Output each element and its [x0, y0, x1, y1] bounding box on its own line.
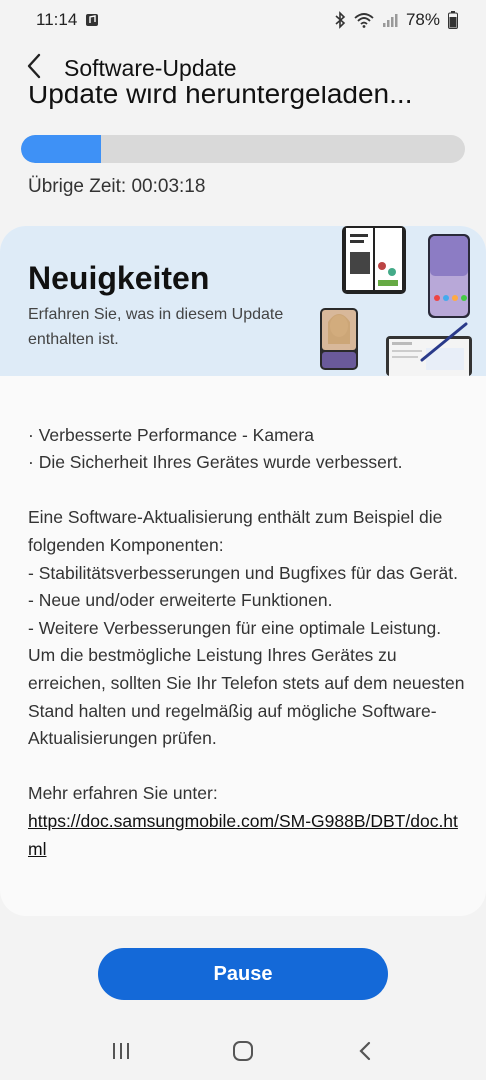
- download-progress-fill: [21, 135, 101, 163]
- news-title: Neuigkeiten: [28, 260, 210, 296]
- battery-icon: [448, 11, 458, 29]
- news-banner: Neuigkeiten Erfahren Sie, was in diesem …: [0, 226, 486, 376]
- status-time: 11:14: [36, 10, 78, 29]
- tablet-image: [386, 322, 472, 376]
- foldable-phone-image: [342, 226, 406, 294]
- back-icon: [358, 1041, 372, 1066]
- recent-apps-icon: [111, 1042, 131, 1065]
- news-body: · Verbesserte Performance - Kamera · Die…: [28, 394, 468, 891]
- app-header: Software-Update: [0, 44, 486, 92]
- chevron-left-icon: [26, 53, 42, 84]
- download-progress-bar: [21, 135, 465, 163]
- flip-phone-image: [320, 308, 358, 370]
- recent-apps-button[interactable]: [97, 1029, 145, 1077]
- navigation-bar: [0, 1026, 486, 1080]
- status-bar: 11:14 78%: [0, 0, 486, 40]
- wifi-icon: [354, 12, 374, 28]
- home-button[interactable]: [219, 1029, 267, 1077]
- status-left: 11:14: [36, 10, 99, 30]
- signal-icon: [382, 12, 398, 28]
- news-subtitle: Erfahren Sie, was in diesem Update entha…: [28, 306, 284, 348]
- status-right: 78%: [334, 10, 458, 30]
- devices-illustration: [310, 226, 486, 376]
- more-info-link[interactable]: https://doc.samsungmobile.com/SM-G988B/D…: [28, 808, 468, 863]
- back-button[interactable]: [10, 44, 58, 92]
- battery-percent: 78%: [405, 10, 440, 29]
- page-title: Software-Update: [64, 54, 237, 81]
- news-card: Neuigkeiten Erfahren Sie, was in diesem …: [0, 226, 486, 916]
- news-description: · Verbesserte Performance - Kamera · Die…: [28, 424, 465, 804]
- pause-button[interactable]: Pause: [98, 948, 388, 1000]
- remaining-time: Übrige Zeit: 00:03:18: [28, 176, 206, 197]
- media-icon: [85, 13, 99, 27]
- bluetooth-icon: [334, 11, 346, 29]
- smartphone-image: [428, 234, 470, 318]
- nav-back-button[interactable]: [341, 1029, 389, 1077]
- home-icon: [232, 1040, 254, 1067]
